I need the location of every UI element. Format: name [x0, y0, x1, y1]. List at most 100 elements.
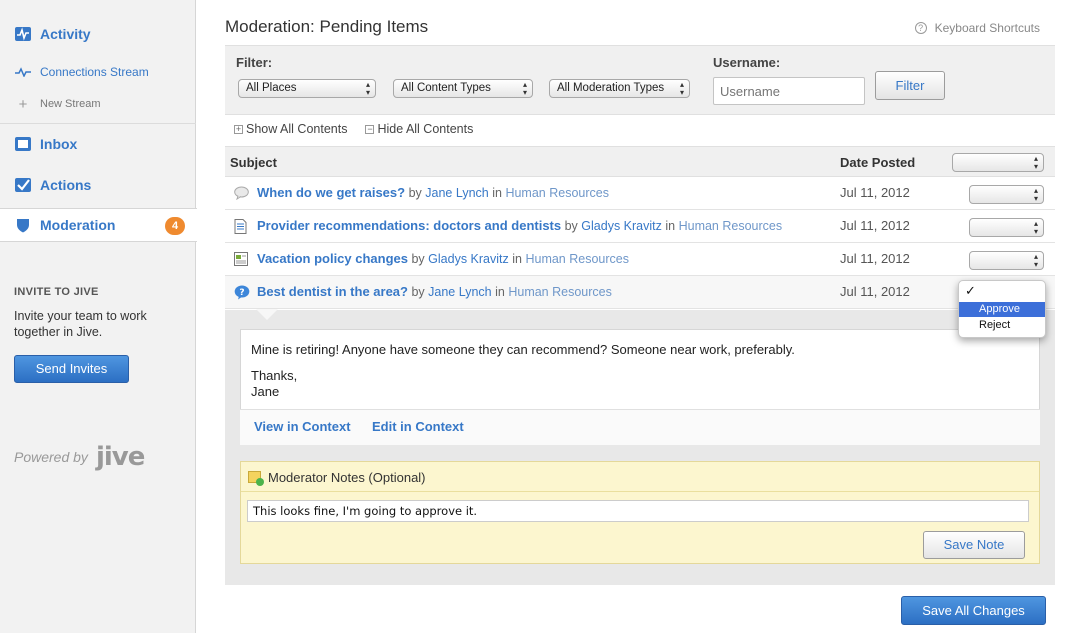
hide-all-contents[interactable]: − Hide All Contents — [365, 122, 473, 136]
stream-connections[interactable]: Connections Stream — [0, 61, 196, 83]
main-content: Moderation: Pending Items ? Keyboard Sho… — [197, 0, 1088, 633]
select-arrows-icon: ▴ ▾ — [365, 80, 370, 97]
page-title: Moderation: Pending Items — [225, 17, 429, 36]
content-types-select[interactable]: All Content Types ▴ ▾ — [393, 79, 533, 98]
keyboard-shortcuts-link[interactable]: ? Keyboard Shortcuts — [914, 21, 1040, 35]
row-title-link[interactable]: Vacation policy changes — [257, 251, 408, 266]
content-toggles: + Show All Contents − Hide All Contents — [234, 122, 491, 136]
row-by: by — [411, 285, 425, 299]
expand-icon: + — [234, 123, 243, 134]
row-in: in — [495, 285, 505, 299]
row-place-link[interactable]: Human Resources — [679, 219, 783, 233]
filter-button[interactable]: Filter — [875, 71, 945, 100]
row-by: by — [564, 219, 578, 233]
row-place-link[interactable]: Human Resources — [505, 186, 609, 200]
select-arrows-icon: ▴ ▾ — [1033, 219, 1038, 236]
actions-icon — [14, 176, 32, 194]
caret-pointer — [256, 309, 278, 320]
row-user-link[interactable]: Gladys Kravitz — [428, 252, 509, 266]
discussion-icon — [234, 186, 249, 201]
nav-moderation-label: Moderation — [40, 217, 116, 233]
item-detail-panel: Mine is retiring! Anyone have someone th… — [225, 309, 1055, 585]
table-row[interactable]: Provider recommendations: doctors and de… — [225, 210, 1055, 243]
save-all-changes-button[interactable]: Save All Changes — [901, 596, 1046, 625]
menu-option-approve[interactable]: Approve — [959, 302, 1045, 317]
save-note-button[interactable]: Save Note — [923, 531, 1025, 559]
moderation-shield-icon — [14, 216, 32, 234]
nav-inbox-label: Inbox — [40, 136, 78, 152]
moderation-count-badge: 4 — [165, 217, 185, 235]
moderator-notes-input[interactable]: This looks fine, I'm going to approve it… — [247, 500, 1029, 522]
row-by: by — [408, 186, 422, 200]
select-arrows-icon: ▴ ▾ — [1033, 154, 1038, 171]
select-arrows-icon: ▴ ▾ — [522, 80, 527, 97]
message-body: Mine is retiring! Anyone have someone th… — [251, 342, 795, 400]
view-in-context-link[interactable]: View in Context — [254, 419, 351, 434]
row-title-link[interactable]: Provider recommendations: doctors and de… — [257, 218, 561, 233]
nav-activity[interactable]: Activity — [0, 16, 196, 52]
checkmark-icon: ✓ — [965, 283, 976, 298]
nav-actions-label: Actions — [40, 177, 92, 193]
select-arrows-icon: ▴ ▾ — [1033, 186, 1038, 203]
row-action-select[interactable]: ▴ ▾ — [969, 251, 1044, 270]
row-in: in — [512, 252, 522, 266]
nav-actions[interactable]: Actions — [0, 167, 196, 203]
moderator-notes-header: Moderator Notes (Optional) — [241, 462, 1039, 492]
table-row[interactable]: Vacation policy changes by Gladys Kravit… — [225, 243, 1055, 276]
blogpost-icon — [234, 252, 248, 266]
row-date: Jul 11, 2012 — [840, 251, 910, 266]
username-input[interactable] — [713, 77, 865, 105]
table-header: Subject Date Posted ▴ ▾ — [225, 146, 1055, 177]
row-subject: Provider recommendations: doctors and de… — [257, 218, 782, 233]
question-icon: ? — [234, 285, 250, 300]
show-all-contents[interactable]: + Show All Contents — [234, 122, 347, 136]
message-line: Thanks, — [251, 368, 298, 383]
places-select-value: All Places — [246, 82, 297, 94]
keyboard-shortcuts-label: Keyboard Shortcuts — [934, 21, 1040, 35]
table-row[interactable]: When do we get raises? by Jane Lynch in … — [225, 177, 1055, 210]
row-date: Jul 11, 2012 — [840, 284, 910, 299]
stream-new-label: New Stream — [40, 98, 101, 110]
moderation-types-select-value: All Moderation Types — [557, 82, 665, 94]
nav-inbox[interactable]: Inbox — [0, 126, 196, 162]
row-title-link[interactable]: Best dentist in the area? — [257, 284, 408, 299]
document-icon — [234, 219, 248, 234]
inbox-icon — [14, 135, 32, 153]
row-by: by — [411, 252, 425, 266]
powered-by: Powered by jive — [14, 442, 145, 472]
divider — [0, 123, 196, 124]
select-arrows-icon: ▴ ▾ — [1033, 252, 1038, 269]
row-subject: Best dentist in the area? by Jane Lynch … — [257, 284, 612, 299]
stream-connections-label: Connections Stream — [40, 65, 149, 79]
message-line: Jane — [251, 384, 280, 399]
svg-text:?: ? — [239, 288, 244, 298]
edit-in-context-link[interactable]: Edit in Context — [372, 419, 464, 434]
row-place-link[interactable]: Human Resources — [508, 285, 612, 299]
message-links: View in Context Edit in Context — [240, 409, 1040, 445]
send-invites-button[interactable]: Send Invites — [14, 355, 129, 383]
bulk-action-select[interactable]: ▴ ▾ — [952, 153, 1044, 172]
select-arrows-icon: ▴ ▾ — [679, 80, 684, 97]
row-place-link[interactable]: Human Resources — [525, 252, 629, 266]
nav-moderation[interactable]: Moderation 4 — [0, 208, 197, 242]
date-column-header: Date Posted — [840, 155, 916, 170]
row-user-link[interactable]: Gladys Kravitz — [581, 219, 662, 233]
row-action-select[interactable]: ▴ ▾ — [969, 218, 1044, 237]
note-add-icon — [248, 471, 264, 486]
show-all-label: Show All Contents — [246, 122, 348, 136]
jive-logo: jive — [95, 442, 145, 472]
table-row[interactable]: ? Best dentist in the area? by Jane Lync… — [225, 276, 1055, 309]
collapse-icon: − — [365, 123, 375, 134]
hide-all-label: Hide All Contents — [377, 122, 474, 136]
activity-icon — [14, 25, 32, 43]
row-user-link[interactable]: Jane Lynch — [425, 186, 488, 200]
row-user-link[interactable]: Jane Lynch — [428, 285, 491, 299]
menu-option-reject[interactable]: Reject — [959, 318, 1045, 333]
row-date: Jul 11, 2012 — [840, 218, 910, 233]
row-date: Jul 11, 2012 — [840, 185, 910, 200]
row-title-link[interactable]: When do we get raises? — [257, 185, 405, 200]
moderation-types-select[interactable]: All Moderation Types ▴ ▾ — [549, 79, 690, 98]
row-action-select[interactable]: ▴ ▾ — [969, 185, 1044, 204]
places-select[interactable]: All Places ▴ ▾ — [238, 79, 376, 98]
stream-new[interactable]: + New Stream — [0, 93, 196, 115]
